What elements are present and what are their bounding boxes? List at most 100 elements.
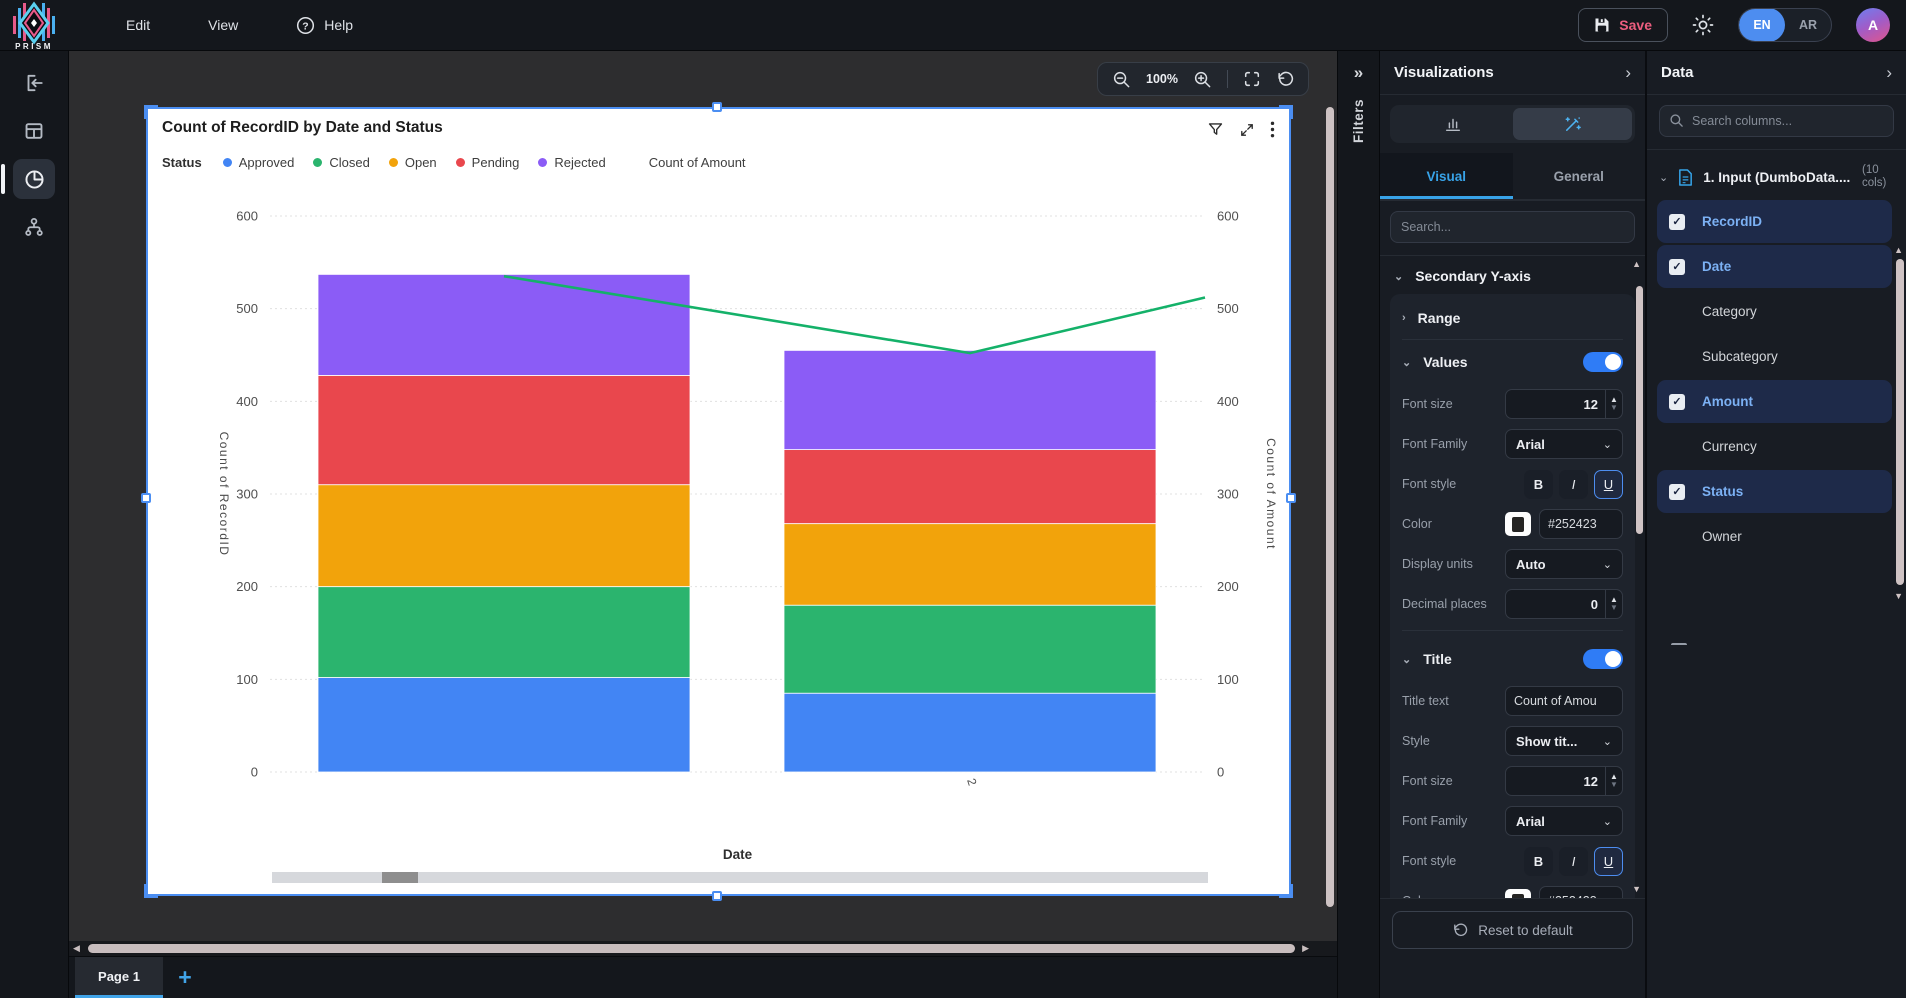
data-column-category[interactable]: Category <box>1657 290 1892 333</box>
values-toggle[interactable] <box>1583 352 1623 372</box>
data-column-amount[interactable]: ✓Amount <box>1657 380 1892 423</box>
color-swatch[interactable] <box>1505 889 1531 898</box>
selection-corner-bl[interactable] <box>144 884 158 898</box>
tab-visual[interactable]: Visual <box>1380 153 1513 199</box>
viz-scrollbar-thumb[interactable] <box>1636 286 1643 534</box>
collapse-visualizations-icon[interactable]: › <box>1625 63 1631 83</box>
menu-help[interactable]: ? Help <box>296 16 353 35</box>
menu-edit[interactable]: Edit <box>126 17 150 33</box>
reset-to-default-button[interactable]: Reset to default <box>1392 911 1633 949</box>
selection-handle-right[interactable] <box>1286 493 1296 503</box>
selection-handle-top[interactable] <box>712 102 722 112</box>
viz-settings-search-input[interactable] <box>1390 211 1635 243</box>
scroll-right-arrow-icon[interactable]: ▶ <box>1302 944 1309 953</box>
page-tab-1[interactable]: Page 1 <box>75 957 163 998</box>
report-canvas[interactable]: 100% Count of RecordID by Date and Statu… <box>69 51 1337 941</box>
filters-label[interactable]: Filters <box>1351 99 1366 143</box>
scroll-up-icon[interactable]: ▲ <box>1632 259 1641 269</box>
flow-view-icon[interactable] <box>13 207 55 247</box>
data-scrollbar-thumb[interactable] <box>1896 259 1904 585</box>
stepper-down-icon[interactable]: ▼ <box>1610 781 1618 789</box>
stepper-down-icon[interactable]: ▼ <box>1610 604 1618 612</box>
checkbox[interactable] <box>1669 529 1685 545</box>
data-column-owner[interactable]: Owner <box>1657 515 1892 558</box>
selection-corner-tl[interactable] <box>144 105 158 119</box>
data-column-subcategory[interactable]: Subcategory <box>1657 335 1892 378</box>
chart-widget[interactable]: Count of RecordID by Date and Status Sta… <box>148 109 1289 894</box>
checkbox[interactable]: ✓ <box>1669 259 1685 275</box>
lang-ar[interactable]: AR <box>1785 8 1831 42</box>
tab-general[interactable]: General <box>1513 153 1646 199</box>
layout-view-icon[interactable] <box>13 111 55 151</box>
data-column-date[interactable]: ✓Date <box>1657 245 1892 288</box>
expand-filters-icon[interactable]: » <box>1354 63 1363 83</box>
setting-row-font-family: Font FamilyArial ⌄ <box>1402 424 1623 464</box>
checkbox[interactable]: ✓ <box>1669 394 1685 410</box>
bold-button[interactable]: B <box>1524 847 1553 876</box>
selection-corner-br[interactable] <box>1279 884 1293 898</box>
section-secondary-y-axis[interactable]: ⌄ Secondary Y-axis <box>1380 256 1645 292</box>
canvas-hscroll-thumb[interactable] <box>88 944 1295 953</box>
canvas-vertical-scrollbar[interactable] <box>1326 107 1334 907</box>
checkbox[interactable] <box>1669 304 1685 320</box>
checkbox[interactable]: ✓ <box>1669 214 1685 230</box>
zoom-out-icon[interactable] <box>1112 70 1131 89</box>
decimal-places-stepper[interactable]: 0 ▲▼ <box>1505 589 1623 619</box>
color-hex-input[interactable] <box>1539 509 1623 539</box>
bold-button[interactable]: B <box>1524 470 1553 499</box>
scroll-left-arrow-icon[interactable]: ◀ <box>73 944 80 953</box>
selection-handle-left[interactable] <box>141 493 151 503</box>
title-text-input[interactable] <box>1505 686 1623 716</box>
chart-horizontal-scrollbar[interactable] <box>272 872 1208 883</box>
color-hex-input[interactable] <box>1539 886 1623 898</box>
chart-types-mode-button[interactable] <box>1393 108 1513 140</box>
data-column-recordid[interactable]: ✓RecordID <box>1657 200 1892 243</box>
language-toggle[interactable]: EN AR <box>1738 8 1832 42</box>
font-family-select[interactable]: Arial ⌄ <box>1505 429 1623 459</box>
add-page-button[interactable]: + <box>163 957 207 998</box>
group-range[interactable]: › Range <box>1402 296 1623 340</box>
theme-toggle-sun-icon[interactable] <box>1692 14 1714 36</box>
reset-icon <box>1452 922 1468 938</box>
font-size-stepper[interactable]: 12 ▲▼ <box>1505 389 1623 419</box>
zoom-in-icon[interactable] <box>1193 70 1212 89</box>
font-family-select[interactable]: Arial ⌄ <box>1505 806 1623 836</box>
underline-button[interactable]: U <box>1594 847 1623 876</box>
data-column-status[interactable]: ✓Status <box>1657 470 1892 513</box>
chart-scrollbar-thumb[interactable] <box>382 872 418 883</box>
charts-view-icon[interactable] <box>13 159 55 199</box>
exit-editor-icon[interactable] <box>13 63 55 103</box>
format-mode-button[interactable] <box>1513 108 1633 140</box>
dataset-tree-item[interactable]: ⌄ 1. Input (DumboData.... (10 cols) <box>1647 149 1906 200</box>
data-column-currency[interactable]: Currency <box>1657 425 1892 468</box>
scroll-down-icon[interactable]: ▼ <box>1632 884 1641 894</box>
style-select[interactable]: Show tit... ⌄ <box>1505 726 1623 756</box>
reset-view-icon[interactable] <box>1276 70 1294 88</box>
checkbox[interactable]: ✓ <box>1669 484 1685 500</box>
italic-button[interactable]: I <box>1559 470 1588 499</box>
avatar[interactable]: A <box>1856 8 1890 42</box>
selection-corner-tr[interactable] <box>1279 105 1293 119</box>
underline-button[interactable]: U <box>1594 470 1623 499</box>
color-swatch[interactable] <box>1505 512 1531 536</box>
display-units-select[interactable]: Auto ⌄ <box>1505 549 1623 579</box>
scroll-up-icon[interactable]: ▲ <box>1894 245 1903 255</box>
stepper-down-icon[interactable]: ▼ <box>1610 404 1618 412</box>
viz-settings-scroll-area[interactable]: ▲ ⌄ Secondary Y-axis › Range ⌄ Values Fo… <box>1380 255 1645 898</box>
group-title[interactable]: ⌄ Title <box>1402 637 1623 681</box>
checkbox[interactable] <box>1669 439 1685 455</box>
lang-en[interactable]: EN <box>1739 8 1785 42</box>
title-toggle[interactable] <box>1583 649 1623 669</box>
checkbox[interactable] <box>1669 349 1685 365</box>
canvas-horizontal-scrollbar[interactable]: ◀ ▶ <box>69 941 1337 956</box>
italic-button[interactable]: I <box>1559 847 1588 876</box>
scroll-down-icon[interactable]: ▼ <box>1894 591 1903 601</box>
save-button[interactable]: Save <box>1578 8 1668 42</box>
collapse-data-panel-icon[interactable]: › <box>1886 63 1892 83</box>
menu-view[interactable]: View <box>208 17 238 33</box>
selection-handle-bottom[interactable] <box>712 891 722 901</box>
font-size-stepper[interactable]: 12 ▲▼ <box>1505 766 1623 796</box>
fit-screen-icon[interactable] <box>1243 70 1261 88</box>
data-columns-search-input[interactable] <box>1659 105 1894 137</box>
group-values[interactable]: ⌄ Values <box>1402 340 1623 384</box>
